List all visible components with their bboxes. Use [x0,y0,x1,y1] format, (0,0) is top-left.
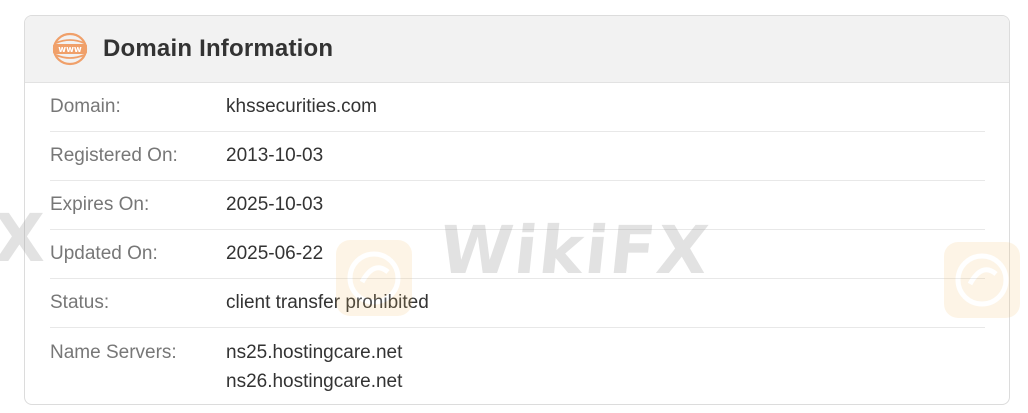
row-label: Domain: [50,96,121,117]
row-value: 2025-06-22 [226,243,324,264]
page: www Domain Information Domain: khssecuri… [0,0,1028,413]
row-domain: Domain: khssecurities.com [50,83,985,132]
row-updated-on: Updated On: 2025-06-22 [50,230,985,279]
info-rows: Domain: khssecurities.com Registered On:… [25,83,1009,396]
row-value: client transfer prohibited [226,292,429,313]
row-value: 2013-10-03 [226,145,324,166]
row-label: Registered On: [50,145,178,166]
row-value: khssecurities.com [226,96,377,117]
row-expires-on: Expires On: 2025-10-03 [50,181,985,230]
name-server-item: ns25.hostingcare.net [226,342,403,363]
name-server-item: ns26.hostingcare.net [226,371,403,392]
row-value: 2025-10-03 [226,194,324,215]
card-title: Domain Information [103,35,334,62]
domain-info-card: www Domain Information Domain: khssecuri… [24,15,1010,405]
name-server-list: ns25.hostingcare.net ns26.hostingcare.ne… [226,342,402,396]
row-label: Updated On: [50,243,158,264]
card-header: www Domain Information [25,16,1009,83]
row-label: Expires On: [50,194,150,215]
row-label: Status: [50,292,110,313]
row-registered-on: Registered On: 2013-10-03 [50,132,985,181]
row-name-servers: Name Servers: ns25.hostingcare.net ns26.… [50,328,985,396]
row-label: Name Servers: [50,342,177,363]
row-status: Status: client transfer prohibited [50,279,985,328]
svg-text:www: www [58,45,82,55]
www-globe-icon: www [52,31,88,67]
